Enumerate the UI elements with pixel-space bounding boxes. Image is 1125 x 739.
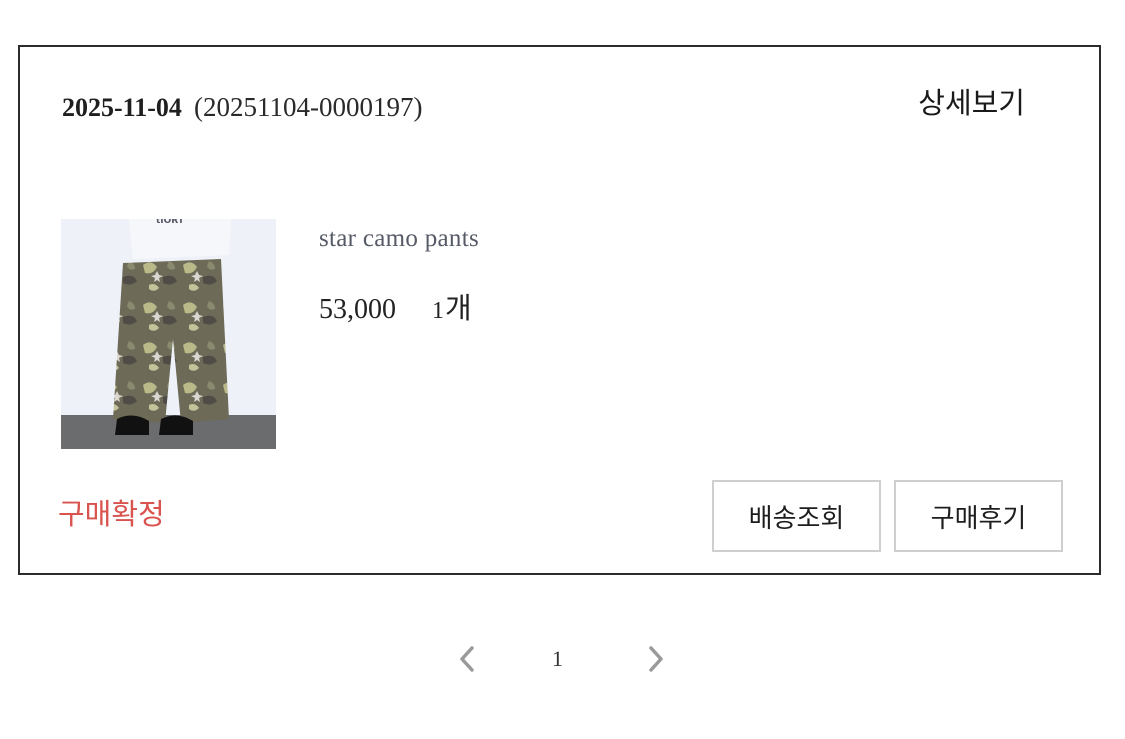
chevron-left-icon[interactable] <box>456 642 478 676</box>
chevron-right-icon[interactable] <box>645 642 667 676</box>
price-row: 53,000 1 개 <box>319 285 472 327</box>
order-number: (20251104-0000197) <box>194 92 423 122</box>
svg-text:tIORT: tIORT <box>156 219 185 226</box>
track-shipment-button[interactable]: 배송조회 <box>712 480 881 552</box>
page-number-current[interactable]: 1 <box>552 646 563 672</box>
product-thumbnail[interactable]: tIORT <box>61 219 276 449</box>
write-review-button[interactable]: 구매후기 <box>894 480 1063 552</box>
product-name[interactable]: star camo pants <box>319 225 479 253</box>
product-quantity: 1 <box>432 298 444 324</box>
order-card: 2025-11-04 (20251104-0000197) 상세보기 tIORT <box>18 45 1101 575</box>
order-status: 구매확정 <box>58 497 165 531</box>
order-date: 2025-11-04 <box>62 93 182 122</box>
camo-pants-photo: tIORT <box>61 219 276 449</box>
product-price: 53,000 <box>319 294 396 325</box>
quantity-unit: 개 <box>445 291 472 325</box>
view-details-link[interactable]: 상세보기 <box>918 80 1025 122</box>
pagination: 1 <box>0 640 1125 680</box>
